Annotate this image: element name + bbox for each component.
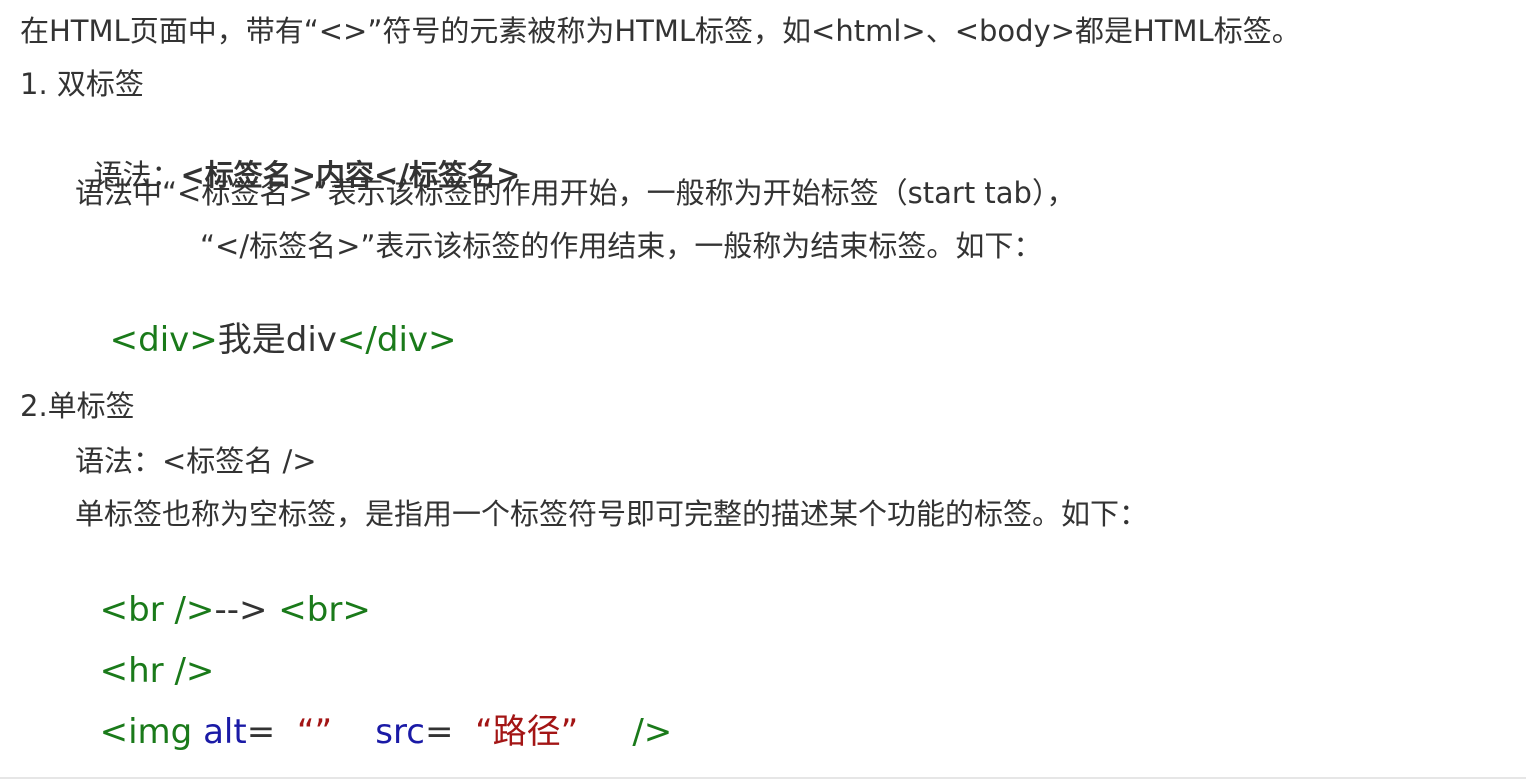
section2-syntax: 语法：<标签名 /> bbox=[75, 444, 317, 478]
img-alt-value: “” bbox=[296, 712, 333, 752]
img-example: <img alt= “” src= “路径” /> bbox=[78, 672, 673, 752]
section2-heading: 2.单标签 bbox=[20, 389, 135, 423]
img-alt-attr: alt bbox=[203, 712, 247, 752]
section1-desc-line2: “</标签名>”表示该标签的作用结束，一般称为结束标签。如下： bbox=[200, 229, 1043, 263]
arrow-text: --> bbox=[214, 590, 268, 630]
img-open: <img bbox=[99, 712, 193, 752]
intro-text: 在HTML页面中，带有“<>”符号的元素被称为HTML标签，如<html>、<b… bbox=[20, 14, 1301, 48]
img-src-attr: src bbox=[375, 712, 425, 752]
section1-desc-line1: 语法中“<标签名>”表示该标签的作用开始，一般称为开始标签（start tab）… bbox=[75, 176, 1076, 210]
img-eq-2: = bbox=[424, 712, 454, 752]
section1-heading: 1. 双标签 bbox=[20, 67, 144, 101]
div-example: <div>我是div</div> bbox=[88, 280, 457, 360]
bottom-divider bbox=[0, 777, 1526, 779]
img-close: /> bbox=[632, 712, 673, 752]
img-src-value: “路径” bbox=[475, 712, 579, 752]
div-open-tag: <div> bbox=[109, 320, 218, 360]
section2-desc: 单标签也称为空标签，是指用一个标签符号即可完整的描述某个功能的标签。如下： bbox=[75, 497, 1149, 531]
div-close-tag: </div> bbox=[336, 320, 457, 360]
div-text-cn: 我是 bbox=[217, 320, 286, 360]
br-tag: <br> bbox=[278, 590, 371, 630]
div-text-en: div bbox=[285, 320, 337, 360]
img-eq-1: = bbox=[246, 712, 276, 752]
